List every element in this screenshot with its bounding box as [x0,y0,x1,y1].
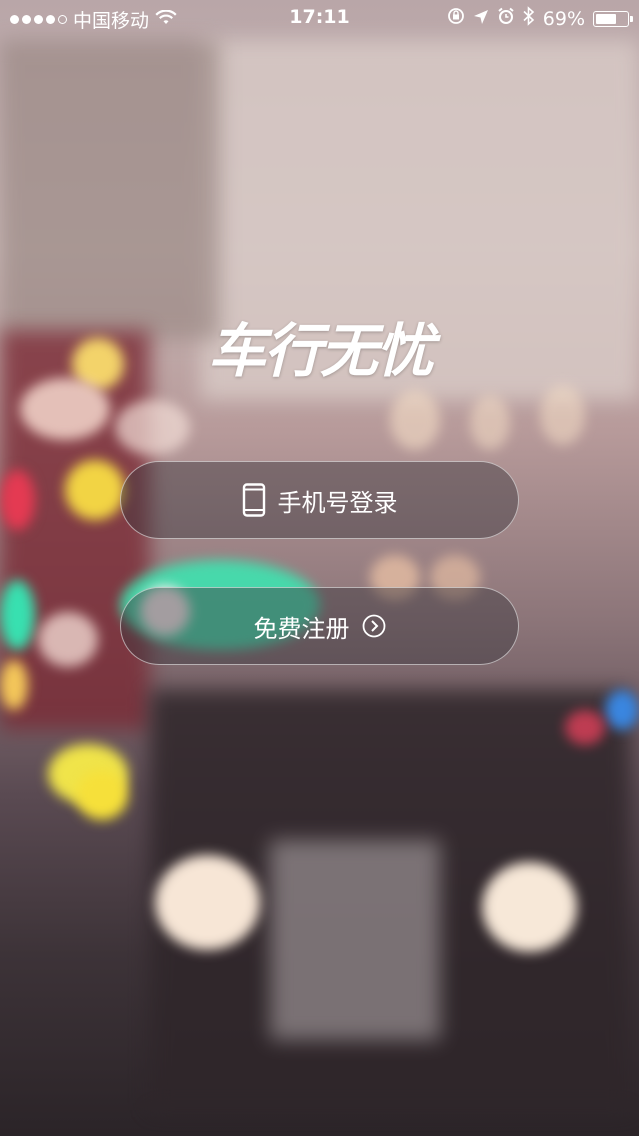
status-bar: 中国移动 17:11 69% [0,0,639,34]
free-register-label: 免费注册 [253,614,350,643]
phone-login-label: 手机号登录 [277,488,398,517]
chevron-right-circle-icon [362,614,386,638]
bluetooth-icon [523,6,535,31]
location-icon [473,8,489,30]
battery-icon [593,10,633,27]
alarm-icon [497,7,515,30]
battery-level-fill [596,13,616,24]
battery-percent: 69% [542,7,585,30]
rotation-lock-icon [447,7,465,30]
app-logo: 车行无忧 [207,317,434,385]
free-register-button[interactable]: 免费注册 [120,587,519,665]
phone-login-button[interactable]: 手机号登录 [120,461,519,539]
login-screen: 中国移动 17:11 69% 车行无忧 手机号登录 免费注册 [0,0,639,1136]
phone-icon [242,483,266,517]
